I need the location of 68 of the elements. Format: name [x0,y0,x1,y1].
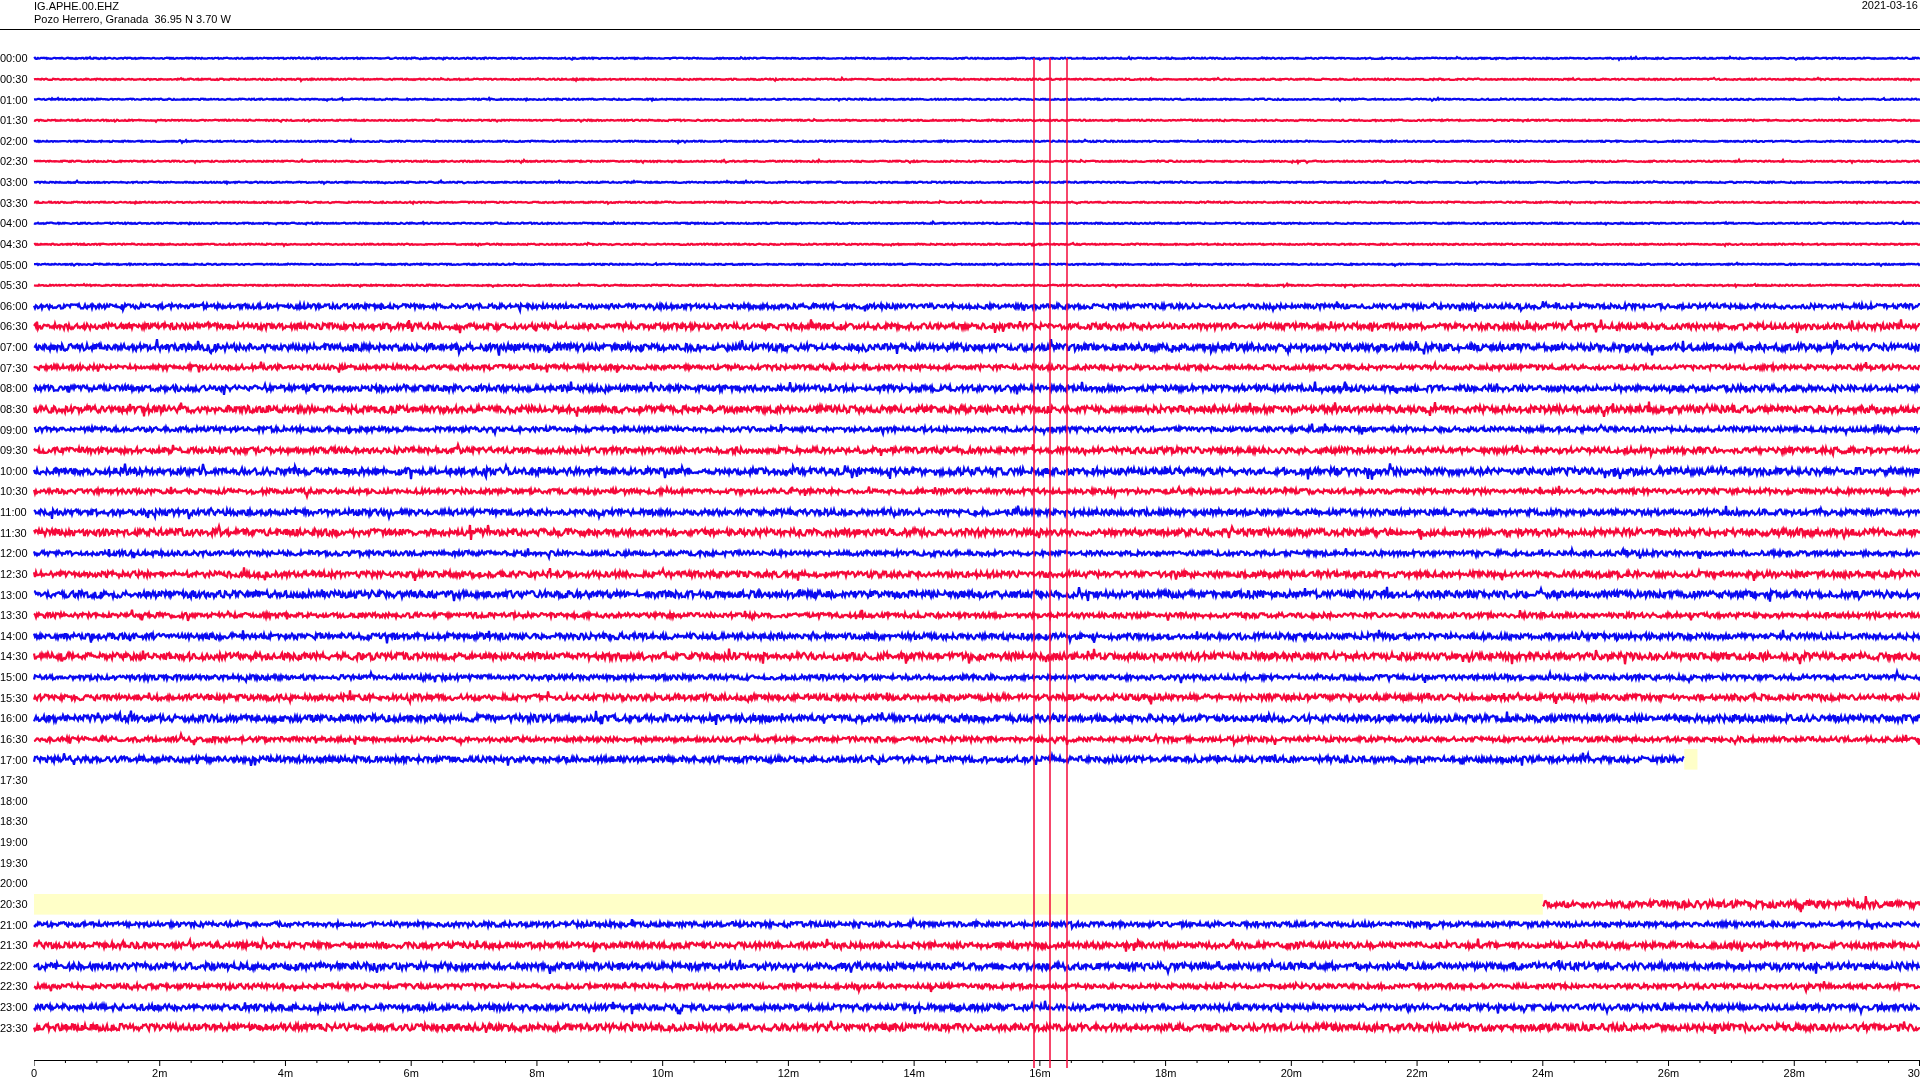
time-label: 12:30 [0,567,29,580]
time-label: 08:00 [0,382,29,395]
axis-tick-label: 26m [1657,1067,1680,1079]
time-label: 22:30 [0,980,29,993]
axis-tick-label: 24m [1532,1067,1554,1079]
time-label: 13:00 [0,588,29,601]
station-location: Pozo Herrero, Granada 36.95 N 3.70 W [34,13,231,26]
time-label: 10:00 [0,464,29,477]
time-label: 10:30 [0,485,29,498]
axis-tick-label: 2m [152,1067,168,1079]
axis-tick-label: 8m [529,1067,545,1079]
time-label: 16:00 [0,712,29,725]
time-label: 19:00 [0,836,29,849]
axis-tick-label: 30 [1907,1067,1920,1079]
axis-tick-label: 20m [1280,1067,1303,1079]
time-label: 03:00 [0,176,29,189]
time-label: 14:00 [0,629,29,642]
time-label: 12:00 [0,547,29,560]
data-gap-band [1684,749,1698,770]
time-label: 21:00 [0,918,29,931]
time-label: 21:30 [0,939,29,952]
axis-tick-label: 28m [1783,1067,1805,1079]
axis-tick-label: 14m [903,1067,925,1079]
time-label: 19:30 [0,856,29,869]
axis-tick-label: 22m [1406,1067,1428,1079]
date-label: 2021-03-16 [1861,0,1918,13]
time-label: 07:30 [0,361,29,374]
time-label: 00:00 [0,52,29,65]
time-label: 02:30 [0,155,29,168]
axis-tick-label: 10m [651,1067,674,1079]
axis-tick-label: 12m [777,1067,800,1079]
time-label: 11:30 [0,526,28,539]
time-label: 08:30 [0,402,29,415]
time-label: 17:00 [0,753,29,766]
time-label: 22:00 [0,959,29,972]
axis-tick-label: 0 [30,1067,38,1079]
time-label: 15:30 [0,691,29,704]
time-label: 05:00 [0,258,29,271]
time-label: 06:30 [0,320,29,333]
time-label: 20:30 [0,897,29,910]
time-label: 20:00 [0,877,29,890]
time-label: 04:00 [0,217,29,230]
time-label: 09:00 [0,423,29,436]
axis-tick-label: 6m [403,1067,419,1079]
time-label: 00:30 [0,72,29,85]
time-label: 14:30 [0,650,29,663]
time-label: 13:30 [0,609,29,622]
time-label: 02:00 [0,134,29,147]
time-label: 16:30 [0,732,29,745]
time-label: 09:30 [0,444,29,457]
time-label: 23:00 [0,1001,29,1014]
time-label: 01:00 [0,93,29,106]
time-label: 01:30 [0,114,29,127]
time-label: 07:00 [0,341,29,354]
time-label: 06:00 [0,299,29,312]
time-label: 18:30 [0,815,29,828]
time-label: 04:30 [0,237,29,250]
time-label: 11:00 [0,506,28,519]
time-label: 17:30 [0,774,29,787]
time-label: 03:30 [0,196,29,209]
time-label: 15:00 [0,671,29,684]
axis-tick-label: 16m [1029,1067,1051,1079]
axis-tick-label: 18m [1154,1067,1177,1079]
axis-tick-label: 4m [277,1067,294,1079]
time-label: 18:00 [0,794,29,807]
station-code: IG.APHE.00.EHZ [34,0,120,13]
time-label: 05:30 [0,279,29,292]
time-label: 23:30 [0,1021,29,1034]
